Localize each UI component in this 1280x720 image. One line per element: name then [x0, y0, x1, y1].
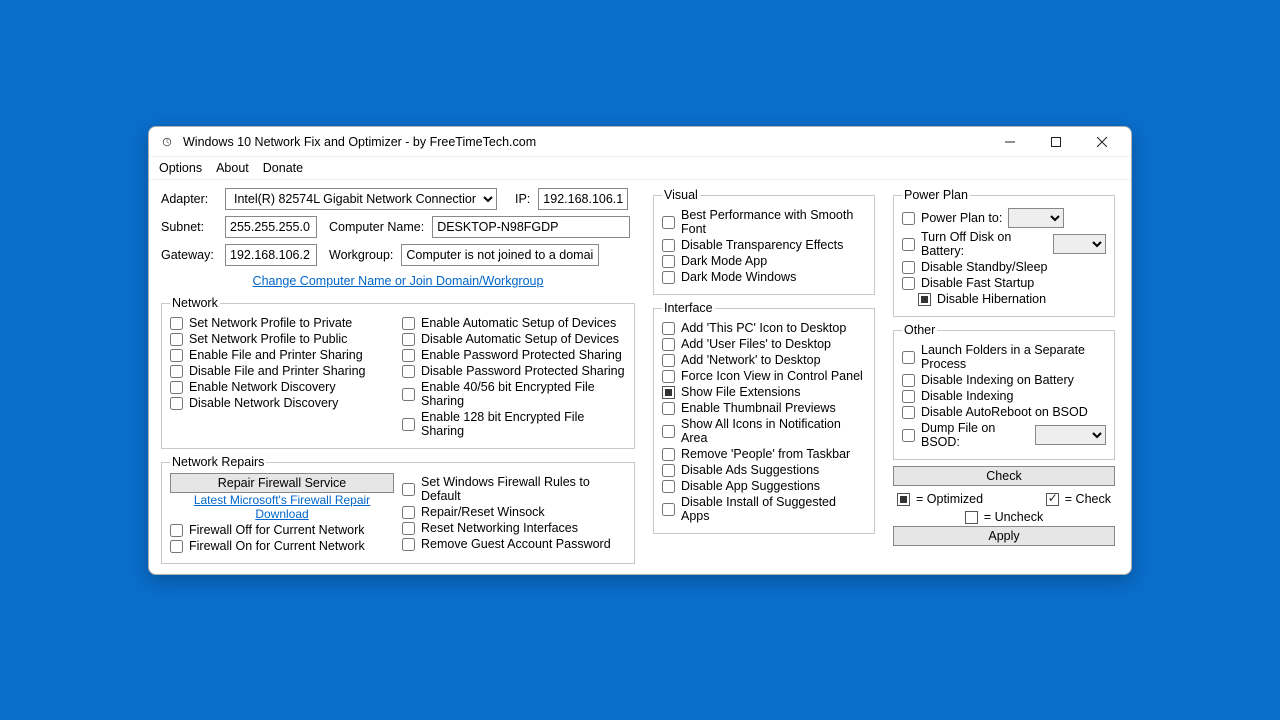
legend-uncheck-icon	[965, 511, 978, 524]
subnet-field[interactable]	[225, 216, 317, 238]
app-window: Windows 10 Network Fix and Optimizer - b…	[148, 126, 1132, 575]
link-change-name[interactable]: Change Computer Name or Join Domain/Work…	[253, 274, 544, 288]
chk-remove-people[interactable]: Remove 'People' from Taskbar	[662, 447, 866, 461]
chk-best-perf[interactable]: Best Performance with Smooth Font	[662, 208, 866, 236]
chk-disable-hibernation[interactable]: Disable Hibernation	[918, 292, 1106, 306]
link-firewall-download[interactable]: Latest Microsoft's Firewall Repair Downl…	[194, 493, 370, 521]
legend-network: Network	[170, 296, 220, 310]
chk-net-private[interactable]: Set Network Profile to Private	[170, 316, 394, 330]
chk-show-ext[interactable]: Show File Extensions	[662, 385, 866, 399]
menu-options[interactable]: Options	[159, 161, 202, 175]
label-ip: IP:	[515, 192, 530, 206]
gateway-field[interactable]	[225, 244, 317, 266]
legend-optimized-icon	[897, 493, 910, 506]
dump-file-select[interactable]	[1035, 425, 1106, 445]
label-subnet: Subnet:	[161, 220, 217, 234]
chk-power-plan-to[interactable]: Power Plan to:	[902, 208, 1106, 228]
maximize-button[interactable]	[1033, 128, 1079, 156]
chk-disable-autoreboot[interactable]: Disable AutoReboot on BSOD	[902, 405, 1106, 419]
adapter-select[interactable]: Intel(R) 82574L Gigabit Network Connecti…	[225, 188, 497, 210]
chk-disable-fast-startup[interactable]: Disable Fast Startup	[902, 276, 1106, 290]
chk-enable-fp-share[interactable]: Enable File and Printer Sharing	[170, 348, 394, 362]
chk-disable-transparency[interactable]: Disable Transparency Effects	[662, 238, 866, 252]
legend-powerplan: Power Plan	[902, 188, 970, 202]
chk-fw-default-rules[interactable]: Set Windows Firewall Rules to Default	[402, 475, 626, 503]
chk-remove-guest-pw[interactable]: Remove Guest Account Password	[402, 537, 626, 551]
label-workgroup: Workgroup:	[329, 248, 393, 262]
legend-check-icon	[1046, 493, 1059, 506]
chk-reset-winsock[interactable]: Repair/Reset Winsock	[402, 505, 626, 519]
group-powerplan: Power Plan Power Plan to: Turn Off Disk …	[893, 188, 1115, 317]
legend-uncheck: = Uncheck	[984, 510, 1043, 524]
chk-turnoff-disk[interactable]: Turn Off Disk on Battery:	[902, 230, 1106, 258]
chk-disable-auto-setup[interactable]: Disable Automatic Setup of Devices	[402, 332, 626, 346]
chk-disable-standby[interactable]: Disable Standby/Sleep	[902, 260, 1106, 274]
chk-dump-bsod[interactable]: Dump File on BSOD:	[902, 421, 1106, 449]
btn-repair-firewall[interactable]: Repair Firewall Service	[170, 473, 394, 493]
chk-firewall-off[interactable]: Firewall Off for Current Network	[170, 523, 394, 537]
chk-all-tray-icons[interactable]: Show All Icons in Notification Area	[662, 417, 866, 445]
group-interface: Interface Add 'This PC' Icon to Desktop …	[653, 301, 875, 534]
legend-other: Other	[902, 323, 937, 337]
legend-check: = Check	[1065, 492, 1111, 506]
chk-disable-ads[interactable]: Disable Ads Suggestions	[662, 463, 866, 477]
chk-disable-fp-share[interactable]: Disable File and Printer Sharing	[170, 364, 394, 378]
chk-dark-windows[interactable]: Dark Mode Windows	[662, 270, 866, 284]
group-other: Other Launch Folders in a Separate Proce…	[893, 323, 1115, 460]
chk-disable-install-sugg[interactable]: Disable Install of Suggested Apps	[662, 495, 866, 523]
label-gateway: Gateway:	[161, 248, 217, 262]
workgroup-field[interactable]	[401, 244, 599, 266]
chk-force-icon-view[interactable]: Force Icon View in Control Panel	[662, 369, 866, 383]
computer-name-field[interactable]	[432, 216, 630, 238]
label-computer-name: Computer Name:	[329, 220, 424, 234]
group-repairs: Network Repairs Repair Firewall Service …	[161, 455, 635, 564]
group-network: Network Set Network Profile to Private S…	[161, 296, 635, 449]
chk-disable-pw-share[interactable]: Disable Password Protected Sharing	[402, 364, 626, 378]
window-title: Windows 10 Network Fix and Optimizer - b…	[183, 135, 987, 149]
chk-thispc-desktop[interactable]: Add 'This PC' Icon to Desktop	[662, 321, 866, 335]
chk-enable-discovery[interactable]: Enable Network Discovery	[170, 380, 394, 394]
btn-check[interactable]: Check	[893, 466, 1115, 486]
chk-firewall-on[interactable]: Firewall On for Current Network	[170, 539, 394, 553]
chk-enable-pw-share[interactable]: Enable Password Protected Sharing	[402, 348, 626, 362]
content: Adapter: Intel(R) 82574L Gigabit Network…	[149, 180, 1131, 574]
titlebar[interactable]: Windows 10 Network Fix and Optimizer - b…	[149, 127, 1131, 157]
group-visual: Visual Best Performance with Smooth Font…	[653, 188, 875, 295]
app-icon	[159, 134, 175, 150]
chk-disable-index-batt[interactable]: Disable Indexing on Battery	[902, 373, 1106, 387]
power-plan-select[interactable]	[1008, 208, 1064, 228]
btn-apply[interactable]: Apply	[893, 526, 1115, 546]
chk-userfiles-desktop[interactable]: Add 'User Files' to Desktop	[662, 337, 866, 351]
close-button[interactable]	[1079, 128, 1125, 156]
chk-disable-app-sugg[interactable]: Disable App Suggestions	[662, 479, 866, 493]
chk-network-desktop[interactable]: Add 'Network' to Desktop	[662, 353, 866, 367]
chk-disable-discovery[interactable]: Disable Network Discovery	[170, 396, 394, 410]
menu-about[interactable]: About	[216, 161, 249, 175]
chk-enable-128[interactable]: Enable 128 bit Encrypted File Sharing	[402, 410, 626, 438]
ip-field[interactable]	[538, 188, 628, 210]
chk-sep-process[interactable]: Launch Folders in a Separate Process	[902, 343, 1106, 371]
disk-timeout-select[interactable]	[1053, 234, 1106, 254]
minimize-button[interactable]	[987, 128, 1033, 156]
chk-net-public[interactable]: Set Network Profile to Public	[170, 332, 394, 346]
menu-donate[interactable]: Donate	[263, 161, 303, 175]
legend-interface: Interface	[662, 301, 715, 315]
chk-reset-interfaces[interactable]: Reset Networking Interfaces	[402, 521, 626, 535]
legend-optimized: = Optimized	[916, 492, 983, 506]
label-adapter: Adapter:	[161, 192, 217, 206]
legend-repairs: Network Repairs	[170, 455, 266, 469]
chk-thumb-previews[interactable]: Enable Thumbnail Previews	[662, 401, 866, 415]
chk-enable-40-56[interactable]: Enable 40/56 bit Encrypted File Sharing	[402, 380, 626, 408]
chk-dark-app[interactable]: Dark Mode App	[662, 254, 866, 268]
chk-enable-auto-setup[interactable]: Enable Automatic Setup of Devices	[402, 316, 626, 330]
chk-disable-index[interactable]: Disable Indexing	[902, 389, 1106, 403]
legend-visual: Visual	[662, 188, 700, 202]
menubar: Options About Donate	[149, 157, 1131, 180]
